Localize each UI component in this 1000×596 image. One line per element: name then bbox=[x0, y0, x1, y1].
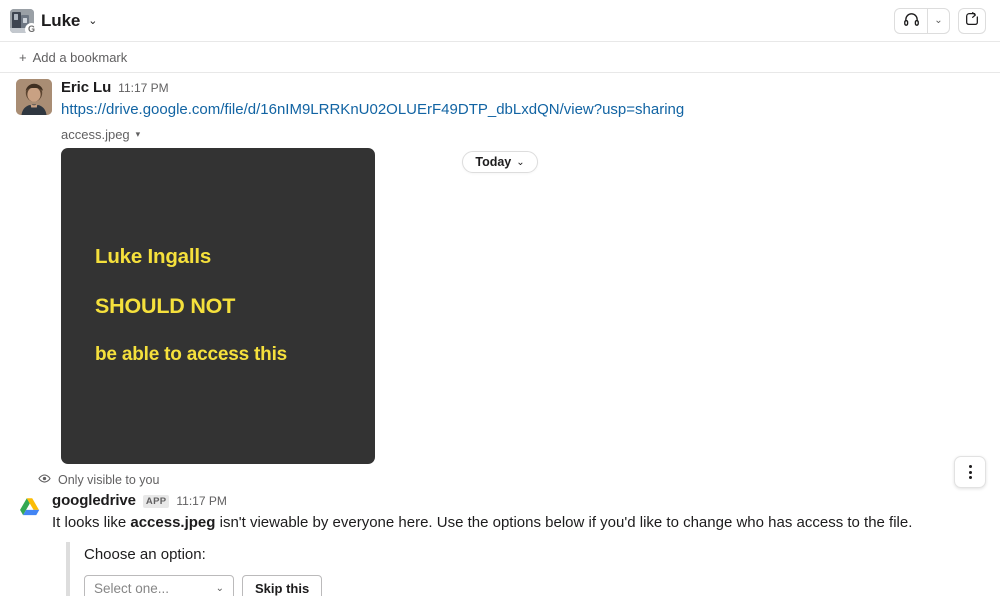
bookmark-bar: + Add a bookmark bbox=[0, 42, 1000, 73]
message-text: It looks like access.jpeg isn't viewable… bbox=[52, 512, 984, 534]
select-option-dropdown[interactable]: Select one... ⌄ bbox=[84, 574, 234, 596]
add-bookmark-button[interactable]: + Add a bookmark bbox=[14, 47, 132, 68]
date-divider-button[interactable]: Today ⌄ bbox=[462, 151, 538, 173]
app-badge: APP bbox=[142, 494, 170, 509]
message-list: Today ⌄ Eric Lu 11:17 PM https://drive.g… bbox=[0, 73, 1000, 596]
more-vertical-icon bbox=[968, 465, 972, 479]
ephemeral-visibility-note: Only visible to you bbox=[0, 466, 1000, 490]
huddle-options-button[interactable]: ⌄ bbox=[928, 9, 949, 33]
message-eric-lu: Eric Lu 11:17 PM https://drive.google.co… bbox=[0, 73, 1000, 466]
message-meta: Eric Lu 11:17 PM bbox=[61, 79, 984, 97]
select-option-value: Select one... bbox=[94, 580, 170, 596]
message-author[interactable]: googledrive bbox=[52, 492, 136, 510]
google-drive-logo-icon bbox=[16, 493, 43, 521]
message-link[interactable]: https://drive.google.com/file/d/16nIM9LR… bbox=[61, 99, 984, 121]
eye-icon bbox=[38, 472, 51, 488]
attachment-controls: Select one... ⌄ Skip this bbox=[84, 574, 984, 596]
image-attachment-preview[interactable]: Luke Ingalls SHOULD NOT be able to acces… bbox=[61, 147, 375, 464]
headphones-icon bbox=[903, 11, 920, 31]
choose-option-label: Choose an option: bbox=[84, 545, 206, 563]
chevron-down-icon: ⌄ bbox=[215, 582, 224, 594]
message-text-part2: isn't viewable by everyone here. Use the… bbox=[215, 513, 913, 531]
channel-avatar-wrap: G bbox=[10, 8, 38, 36]
image-text-line-2: SHOULD NOT bbox=[95, 294, 236, 319]
message-timestamp[interactable]: 11:17 PM bbox=[118, 81, 168, 95]
message-timestamp[interactable]: 11:17 PM bbox=[176, 494, 226, 508]
channel-title-group[interactable]: G Luke ⌄ bbox=[10, 8, 894, 36]
chevron-down-icon: ⌄ bbox=[88, 15, 98, 27]
image-text-line-3: be able to access this bbox=[95, 344, 288, 366]
open-in-split-view-icon bbox=[964, 11, 980, 30]
huddle-button-group: ⌄ bbox=[894, 7, 950, 34]
message-meta: googledrive APP 11:17 PM bbox=[52, 492, 984, 510]
page-title: Luke bbox=[41, 10, 81, 30]
message-author[interactable]: Eric Lu bbox=[61, 79, 111, 97]
file-name-row[interactable]: access.jpeg ▾ bbox=[61, 127, 984, 142]
huddle-button[interactable] bbox=[895, 9, 927, 33]
date-divider-label: Today bbox=[475, 155, 512, 169]
attachment-block: Choose an option: Select one... ⌄ Skip t… bbox=[66, 541, 984, 596]
open-in-split-view-button[interactable] bbox=[958, 7, 986, 34]
ephemeral-label: Only visible to you bbox=[58, 472, 160, 487]
slack-window: G Luke ⌄ ⌄ + Add a bookmark Today ⌄ Eric… bbox=[0, 0, 1000, 596]
message-googledrive: googledrive APP 11:17 PM It looks like a… bbox=[0, 490, 1000, 596]
chevron-down-icon: ⌄ bbox=[516, 156, 525, 168]
add-bookmark-label: Add a bookmark bbox=[32, 49, 128, 65]
message-text-filename: access.jpeg bbox=[130, 513, 216, 531]
plus-icon: + bbox=[19, 49, 27, 65]
message-body: Eric Lu 11:17 PM https://drive.google.co… bbox=[61, 79, 984, 464]
message-text-part1: It looks like bbox=[52, 513, 131, 531]
message-body: googledrive APP 11:17 PM It looks like a… bbox=[52, 492, 984, 596]
more-actions-button[interactable] bbox=[954, 456, 986, 488]
channel-header: G Luke ⌄ ⌄ bbox=[0, 0, 1000, 42]
google-badge-icon: G bbox=[25, 22, 38, 36]
skip-this-button[interactable]: Skip this bbox=[242, 574, 323, 596]
file-name-label: access.jpeg bbox=[61, 126, 130, 142]
header-actions: ⌄ bbox=[894, 7, 986, 34]
avatar[interactable] bbox=[16, 79, 52, 115]
image-text-line-1: Luke Ingalls bbox=[95, 245, 212, 269]
chevron-down-icon: ▾ bbox=[135, 128, 141, 139]
